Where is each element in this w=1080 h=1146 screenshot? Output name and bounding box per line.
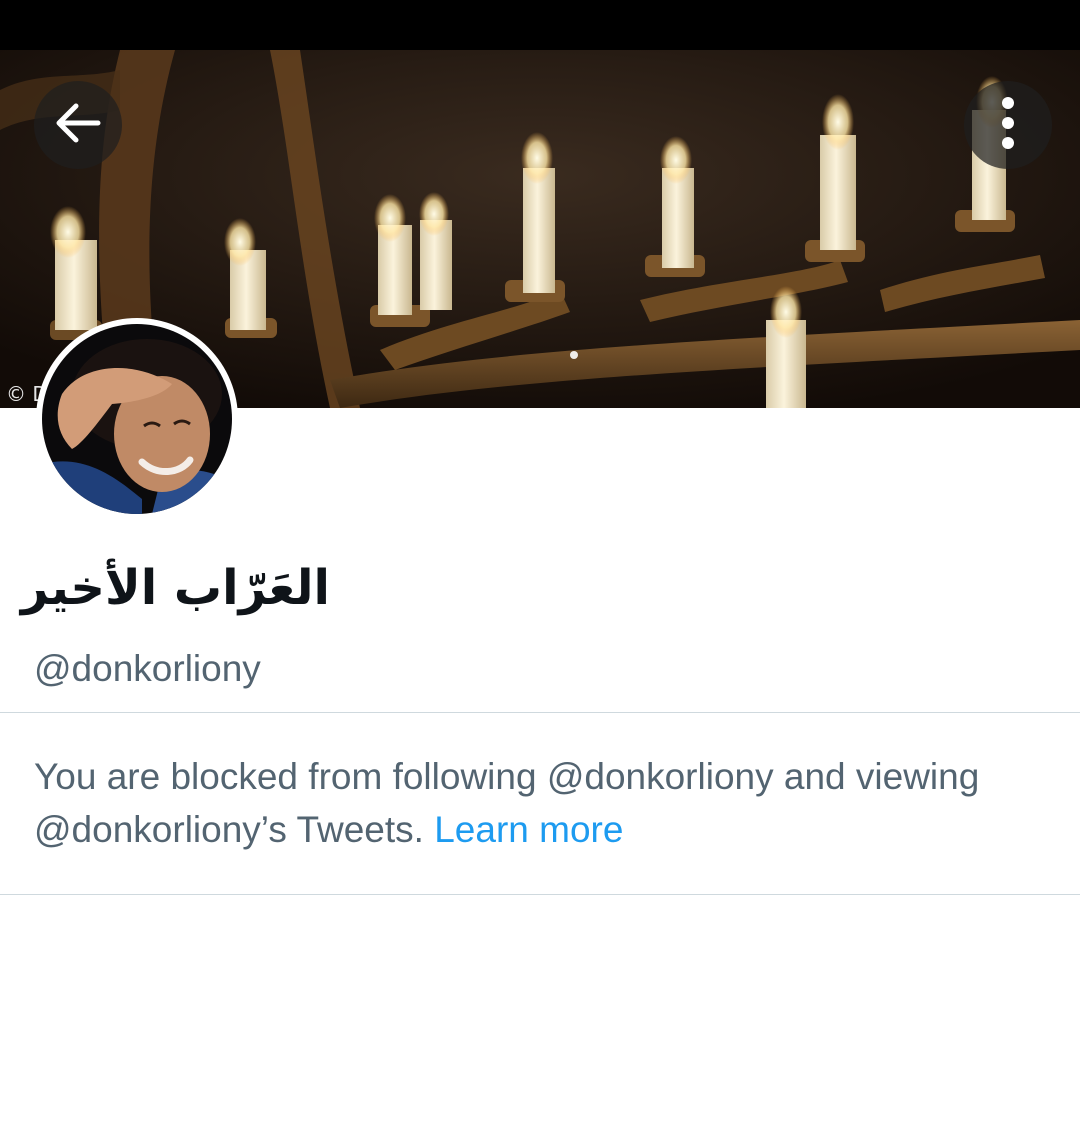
divider [0,712,1080,713]
learn-more-link[interactable]: Learn more [434,809,623,850]
arrow-left-icon [52,97,104,153]
divider [0,894,1080,895]
blocked-notice: You are blocked from following @donkorli… [34,750,1044,856]
avatar-image [42,324,232,514]
avatar[interactable] [36,318,238,520]
status-bar [0,0,1080,50]
profile-display-name: العَرّاب الأخير [20,560,330,616]
back-button[interactable] [34,81,122,169]
profile-handle: @donkorliony [34,648,261,689]
more-options-button[interactable] [964,81,1052,169]
more-vertical-icon [998,93,1018,157]
